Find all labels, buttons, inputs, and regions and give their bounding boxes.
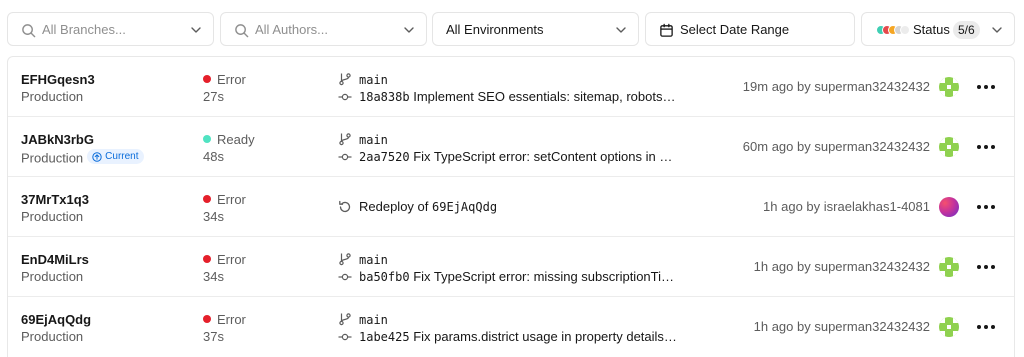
- current-badge: Current: [87, 149, 144, 164]
- status-label: Error: [217, 312, 246, 327]
- more-options-button[interactable]: [973, 77, 999, 97]
- more-options-button[interactable]: [973, 317, 999, 337]
- deployment-row[interactable]: EnD4MiLrs Production Error 34s main ba50…: [8, 237, 1014, 297]
- branch-filter-placeholder: All Branches...: [42, 22, 126, 37]
- deployment-meta: 19m ago by superman32432432: [742, 79, 930, 94]
- deployment-meta: 60m ago by superman32432432: [742, 139, 930, 154]
- redeploy-ref: 69EjAqQdg: [432, 200, 498, 214]
- chevron-down-icon: [992, 27, 1002, 33]
- status-filter[interactable]: Status 5/6: [861, 12, 1015, 46]
- more-options-button[interactable]: [973, 257, 999, 277]
- git-branch-icon: [339, 313, 351, 326]
- build-duration: 37s: [203, 329, 224, 344]
- status-filter-label: Status: [913, 22, 950, 37]
- search-icon: [233, 22, 249, 38]
- commit-message: Fix TypeScript error: setContent options…: [413, 149, 679, 164]
- commit-message: Fix params.district usage in property de…: [413, 329, 679, 344]
- git-commit-icon: [338, 273, 352, 281]
- status-indicator-dot: [203, 75, 211, 83]
- commit-sha: 18a838b: [359, 90, 410, 104]
- chevron-down-icon: [191, 27, 201, 33]
- commit-summary[interactable]: 18a838b Implement SEO essentials: sitema…: [359, 89, 679, 105]
- status-label: Error: [217, 72, 246, 87]
- chevron-down-icon: [404, 27, 414, 33]
- deployment-id[interactable]: EnD4MiLrs: [21, 252, 89, 268]
- commit-sha: ba50fb0: [359, 270, 410, 284]
- deployment-meta: 1h ago by superman32432432: [753, 319, 930, 334]
- arrow-up-circle-icon: [92, 151, 102, 162]
- deployment-environment: Production: [21, 209, 84, 224]
- green-pixel-avatar: [939, 257, 959, 277]
- branch-filter[interactable]: All Branches...: [7, 12, 214, 46]
- deployment-row[interactable]: 69EjAqQdg Production Error 37s main 1abe…: [8, 297, 1014, 357]
- deployments-list: EFHGqesn3 Production Error 27s main 18a8…: [7, 56, 1015, 357]
- deployment-meta: 1h ago by israelakhas1-4081: [763, 199, 930, 214]
- search-icon: [20, 22, 36, 38]
- status-indicator-dot: [203, 135, 211, 143]
- author-filter-placeholder: All Authors...: [255, 22, 328, 37]
- deployment-environment-wrap: Production Current: [21, 149, 144, 167]
- status-indicator-dot: [203, 195, 211, 203]
- environment-select-value: All Environments: [446, 22, 544, 37]
- build-duration: 34s: [203, 209, 224, 224]
- chevron-down-icon: [616, 27, 626, 33]
- git-commit-icon: [338, 333, 352, 341]
- git-commit-icon: [338, 153, 352, 161]
- more-options-button[interactable]: [973, 197, 999, 217]
- status-label: Ready: [217, 132, 255, 147]
- commit-summary[interactable]: ba50fb0 Fix TypeScript error: missing su…: [359, 269, 679, 285]
- green-pixel-avatar: [939, 137, 959, 157]
- redeploy-label: Redeploy of: [359, 199, 429, 214]
- deployment-row[interactable]: EFHGqesn3 Production Error 27s main 18a8…: [8, 57, 1014, 117]
- deployment-id[interactable]: JABkN3rbG: [21, 132, 94, 148]
- calendar-icon: [658, 22, 674, 38]
- commit-message: Implement SEO essentials: sitemap, robot…: [413, 89, 679, 104]
- redeploy-icon: [339, 200, 351, 213]
- author-filter[interactable]: All Authors...: [220, 12, 427, 46]
- green-pixel-avatar: [939, 77, 959, 97]
- status-label: Error: [217, 192, 246, 207]
- status-count-badge: 5/6: [953, 21, 980, 39]
- filter-bar: All Branches... All Authors... All Envir…: [7, 12, 1015, 46]
- status-color-dots: [876, 25, 910, 35]
- commit-message: Fix TypeScript error: missing subscripti…: [413, 269, 679, 284]
- status-label: Error: [217, 252, 246, 267]
- more-options-button[interactable]: [973, 137, 999, 157]
- commit-sha: 1abe425: [359, 330, 410, 344]
- environment-select[interactable]: All Environments: [432, 12, 639, 46]
- status-dot: [900, 25, 910, 35]
- branch-name[interactable]: main: [359, 252, 388, 268]
- git-branch-icon: [339, 73, 351, 86]
- deployment-environment: Production: [21, 89, 84, 104]
- deployment-environment: Production: [21, 329, 84, 344]
- git-commit-icon: [338, 93, 352, 101]
- deployment-id[interactable]: 69EjAqQdg: [21, 312, 91, 328]
- deployment-meta: 1h ago by superman32432432: [753, 259, 930, 274]
- commit-sha: 2aa7520: [359, 150, 410, 164]
- git-branch-icon: [339, 253, 351, 266]
- branch-name[interactable]: main: [359, 132, 388, 148]
- deployment-row[interactable]: 37MrTx1q3 Production Error 34s Redeploy …: [8, 177, 1014, 237]
- branch-name[interactable]: main: [359, 72, 388, 88]
- commit-summary[interactable]: 2aa7520 Fix TypeScript error: setContent…: [359, 149, 679, 165]
- deployment-id[interactable]: 37MrTx1q3: [21, 192, 89, 208]
- build-duration: 34s: [203, 269, 224, 284]
- branch-name[interactable]: main: [359, 312, 388, 328]
- deployment-environment: Production: [21, 150, 84, 166]
- gradient-avatar: [939, 197, 959, 217]
- green-pixel-avatar: [939, 317, 959, 337]
- commit-summary[interactable]: 1abe425 Fix params.district usage in pro…: [359, 329, 679, 345]
- build-duration: 27s: [203, 89, 224, 104]
- deployment-id[interactable]: EFHGqesn3: [21, 72, 95, 88]
- date-range-label: Select Date Range: [680, 22, 790, 37]
- redeploy-info[interactable]: Redeploy of 69EjAqQdg: [359, 199, 497, 215]
- deployment-environment: Production: [21, 269, 84, 284]
- status-indicator-dot: [203, 255, 211, 263]
- git-branch-icon: [339, 133, 351, 146]
- current-badge-label: Current: [105, 151, 139, 162]
- date-range-picker[interactable]: Select Date Range: [645, 12, 855, 46]
- build-duration: 48s: [203, 149, 224, 164]
- status-indicator-dot: [203, 315, 211, 323]
- deployment-row[interactable]: JABkN3rbG Production Current Ready 48s ma…: [8, 117, 1014, 177]
